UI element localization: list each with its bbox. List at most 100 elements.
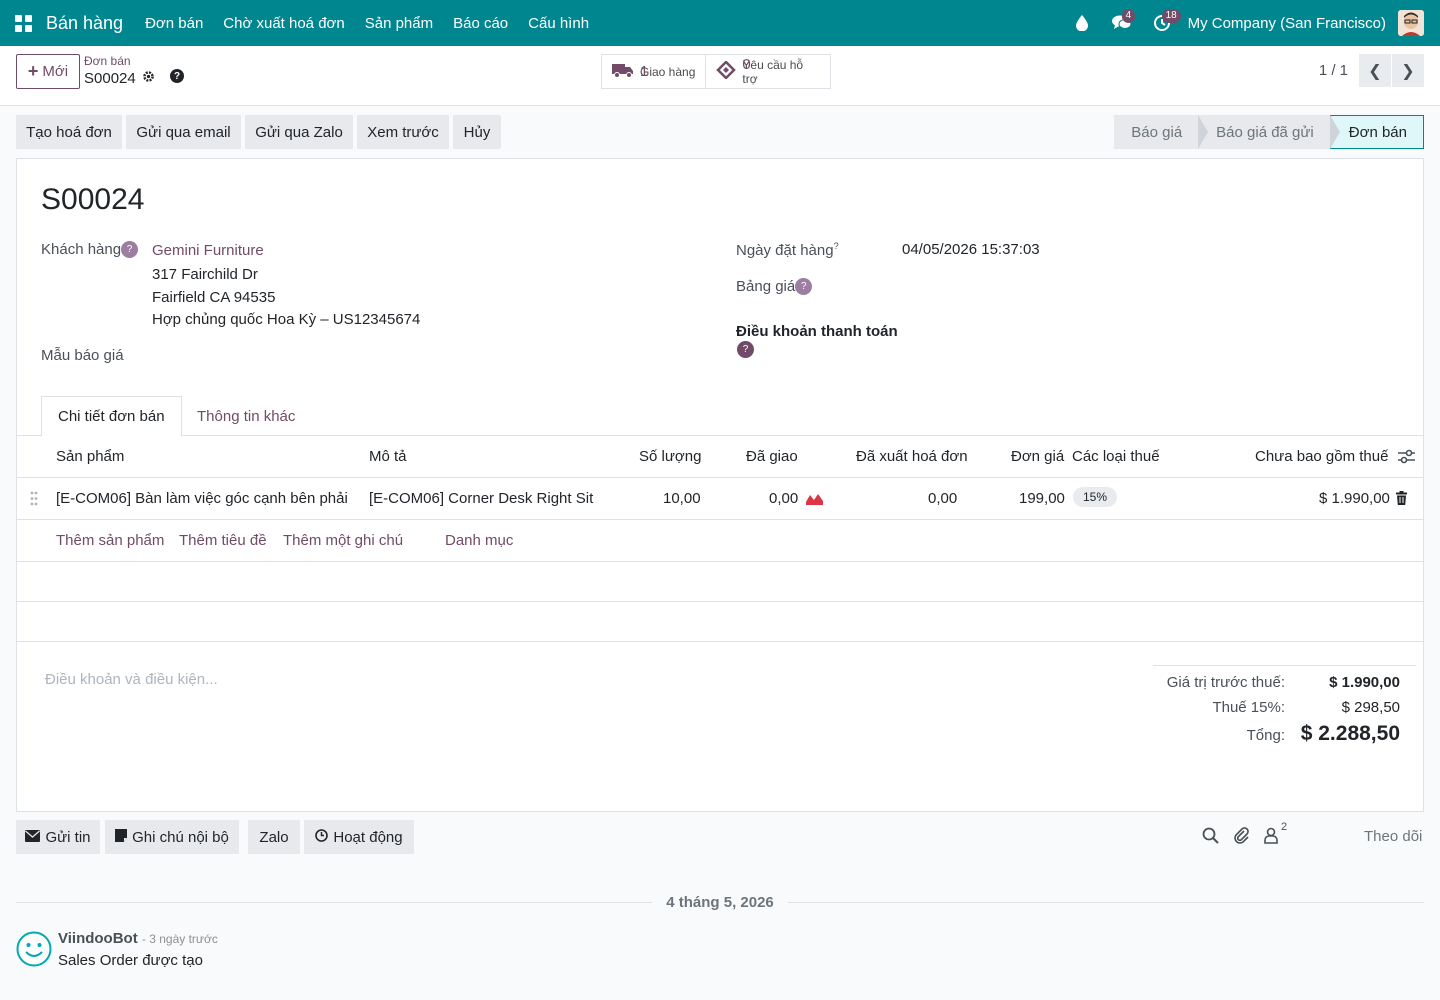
pager: 1 / 1 ❮ ❯ [1319,54,1424,87]
order-date-label-text: Ngày đặt hàng [736,242,834,259]
menu-products[interactable]: Sản phẩm [355,15,443,32]
gear-icon[interactable] [142,70,155,87]
col-invoiced[interactable]: Đã xuất hoá đơn [856,448,968,465]
stage-quotation-sent-label: Báo giá đã gửi [1216,123,1314,141]
order-lines-header: Sản phẩm Mô tả Số lượng Đã giao Đã xuất … [17,436,1423,478]
pager-next-button[interactable]: ❯ [1392,54,1424,87]
catalog-link[interactable]: Danh mục [445,532,513,549]
apps-menu-icon[interactable] [0,0,46,46]
col-description[interactable]: Mô tả [369,448,407,465]
send-zalo-button[interactable]: Gửi qua Zalo [245,115,353,149]
message-author-name: ViindooBot [58,930,138,947]
quote-template-label: Mẫu báo giá [41,347,124,364]
send-message-button[interactable]: Gửi tin [16,820,100,854]
stage-quotation-label: Báo giá [1131,123,1183,141]
send-email-button[interactable]: Gửi qua email [126,115,241,149]
address-line-1: 317 Fairchild Dr [152,266,258,283]
pricelist-label: Bảng giá? [736,278,813,295]
col-delivered[interactable]: Đã giao [746,448,798,465]
envelope-icon [25,829,41,846]
app-brand[interactable]: Bán hàng [46,13,123,34]
address-line-2: Fairfield CA 94535 [152,289,276,306]
message-body: Sales Order được tạo [58,952,203,969]
untaxed-amount: $ 1.990,00 [1329,674,1400,691]
cancel-button[interactable]: Hủy [453,115,501,149]
address-line-3: Hợp chủng quốc Hoa Kỳ – US12345674 [152,311,421,328]
add-line-row: Thêm sản phẩm Thêm tiêu đề Thêm một ghi … [17,520,1423,562]
col-subtotal[interactable]: Chưa bao gồm thuế [1255,448,1388,465]
add-product-link[interactable]: Thêm sản phẩm [56,532,164,549]
log-note-button[interactable]: Ghi chú nội bộ [105,820,239,854]
stage-quotation[interactable]: Báo giá [1114,115,1209,149]
menu-to-invoice[interactable]: Chờ xuất hoá đơn [213,15,354,32]
menu-configuration[interactable]: Cấu hình [518,15,599,32]
messages-icon[interactable]: 4 [1102,0,1142,46]
ticket-label: Yêu cầu hỗ trợ [742,57,804,86]
customer-label: Khách hàng? [41,241,139,258]
bot-avatar [16,931,52,967]
pager-value[interactable]: 1 / 1 [1319,62,1348,79]
control-panel: + Mới Đơn bán S00024 ? Giao hàng 1 Yêu cầu… [0,46,1440,106]
tax-badge[interactable]: 15% [1073,487,1118,507]
zalo-button[interactable]: Zalo [248,820,300,854]
company-switcher[interactable]: My Company (San Francisco) [1188,15,1386,32]
add-section-link[interactable]: Thêm tiêu đề [179,532,267,549]
paperclip-icon[interactable] [1234,827,1250,848]
breadcrumb-parent[interactable]: Đơn bán [84,54,131,68]
line-invoiced: 0,00 [928,490,958,507]
trash-icon[interactable] [1396,491,1407,509]
drop-icon[interactable] [1062,0,1102,46]
user-avatar[interactable] [1398,10,1424,36]
empty-row [17,602,1423,642]
help-icon[interactable]: ? [737,341,754,358]
forecast-chart-icon[interactable] [806,492,823,509]
menu-sales-orders[interactable]: Đơn bán [135,15,213,32]
col-unit-price[interactable]: Đơn giá [1011,448,1064,465]
col-quantity[interactable]: Số lượng [639,448,701,465]
followers-count: 2 [1281,821,1288,833]
preview-button[interactable]: Xem trước [357,115,449,149]
tab-other-info[interactable]: Thông tin khác [181,396,311,437]
order-name: S00024 [41,183,145,216]
ticket-smart-button[interactable]: Yêu cầu hỗ trợ 0 [706,55,831,88]
status-bar: Báo giá Báo giá đã gửi Đơn bán [1114,115,1424,149]
col-product[interactable]: Sản phẩm [56,448,124,465]
table-row[interactable]: [E-COM06] Bàn làm việc góc cạnh bên phải… [17,478,1423,520]
breadcrumb-current-label: S00024 [84,70,136,87]
question-icon[interactable]: ? [170,69,184,83]
empty-row [17,562,1423,602]
form-sheet: S00024 Khách hàng? Gemini Furniture 317 … [16,158,1424,812]
stage-quotation-sent[interactable]: Báo giá đã gửi [1198,115,1340,149]
help-icon[interactable]: ? [121,241,139,258]
tab-order-lines[interactable]: Chi tiết đơn bán [41,396,182,437]
log-note-label: Ghi chú nội bộ [132,828,229,846]
order-date-value[interactable]: 04/05/2026 15:37:03 [902,241,1040,258]
tax-amount: $ 298,50 [1341,699,1400,716]
create-invoice-button[interactable]: Tạo hoá đơn [16,115,122,149]
terms-conditions-field[interactable]: Điều khoản và điều kiện... [45,671,218,688]
line-quantity[interactable]: 10,00 [663,490,701,507]
drag-handle-icon[interactable] [30,491,38,510]
followers-icon[interactable]: 2 [1263,821,1287,848]
menu-reporting[interactable]: Báo cáo [443,15,518,32]
delivery-count: 1 [640,62,649,80]
line-product[interactable]: [E-COM06] Bàn làm việc góc cạnh bên phải [56,490,348,507]
pager-previous-button[interactable]: ❮ [1359,54,1391,87]
follow-button[interactable]: Theo dõi [1364,828,1422,845]
ticket-count: 0 [742,55,751,73]
customer-name[interactable]: Gemini Furniture [152,242,264,259]
activity-button[interactable]: Hoạt động [304,820,414,854]
col-taxes[interactable]: Các loại thuế [1072,448,1160,465]
activities-icon[interactable]: 18 [1142,0,1182,46]
delivery-smart-button[interactable]: Giao hàng 1 [602,55,707,88]
line-description[interactable]: [E-COM06] Corner Desk Right Sit [369,490,593,507]
column-settings-icon[interactable] [1398,449,1415,468]
stage-sales-order[interactable]: Đơn bán [1329,115,1424,149]
help-icon[interactable]: ? [795,278,813,295]
add-note-link[interactable]: Thêm một ghi chú [283,532,403,549]
search-icon[interactable] [1202,827,1219,848]
new-button[interactable]: + Mới [16,54,80,89]
line-unit-price[interactable]: 199,00 [1019,490,1065,507]
chevron-left-icon: ❮ [1368,62,1382,80]
top-navbar: Bán hàng Đơn bán Chờ xuất hoá đơn Sản ph… [0,0,1440,46]
